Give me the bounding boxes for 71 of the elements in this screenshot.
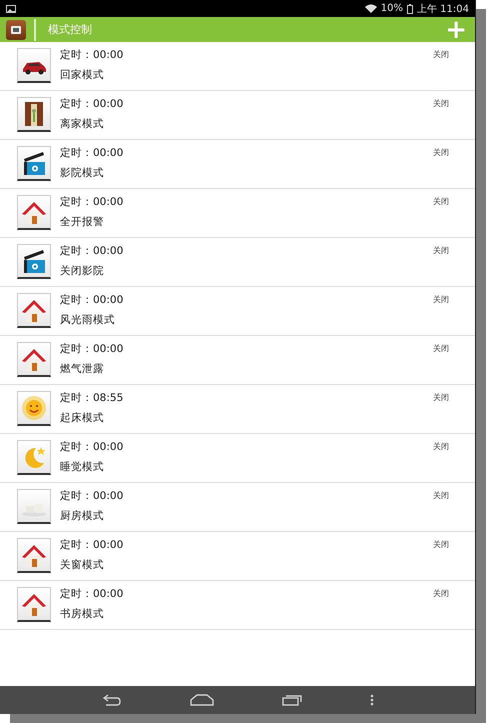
- mode-item[interactable]: 定时：08:55 起床模式 关闭: [0, 385, 475, 434]
- timer-text: 定时：00:00: [60, 293, 124, 307]
- mode-item[interactable]: 定时：00:00 离家模式 关闭: [0, 91, 475, 140]
- sun-icon: [22, 396, 46, 420]
- recent-apps-icon[interactable]: [282, 694, 302, 706]
- timer-text: 定时：00:00: [60, 342, 124, 356]
- house-icon: [22, 545, 46, 567]
- clapper-icon: [24, 250, 45, 273]
- mode-name: 厨房模式: [60, 509, 105, 523]
- more-icon[interactable]: [370, 694, 374, 706]
- timer-text: 定时：00:00: [60, 538, 124, 552]
- mode-name: 回家模式: [60, 68, 105, 82]
- mode-state: 关闭: [433, 147, 449, 158]
- mode-state: 关闭: [433, 196, 449, 207]
- mode-state: 关闭: [433, 98, 449, 109]
- mode-item[interactable]: 定时：00:00 风光雨模式 关闭: [0, 287, 475, 336]
- mode-name: 影院模式: [60, 166, 105, 180]
- mode-name: 燃气泄露: [60, 362, 105, 376]
- app-logo-icon: [6, 20, 26, 40]
- house-icon: [22, 300, 46, 322]
- mode-name: 睡觉模式: [60, 460, 105, 474]
- mode-item[interactable]: 定时：00:00 关闭影院 关闭: [0, 238, 475, 287]
- timer-text: 定时：00:00: [60, 440, 124, 454]
- mode-name: 关窗模式: [60, 558, 105, 572]
- clapper-icon: [24, 152, 45, 175]
- mode-state: 关闭: [433, 539, 449, 550]
- moon-icon: [25, 447, 45, 468]
- mode-item[interactable]: 定时：00:00 回家模式 关闭: [0, 42, 475, 91]
- cups-icon: [22, 504, 46, 516]
- mode-state: 关闭: [433, 49, 449, 60]
- battery-text: 10%: [380, 3, 403, 14]
- timer-text: 定时：00:00: [60, 195, 124, 209]
- app-title: 模式控制: [48, 22, 92, 37]
- mode-name: 风光雨模式: [60, 313, 116, 327]
- house-icon: [22, 349, 46, 371]
- mode-state: 关闭: [433, 441, 449, 452]
- clock-text: 上午 11:04: [417, 2, 469, 16]
- timer-text: 定时：00:00: [60, 489, 124, 503]
- mode-name: 离家模式: [60, 117, 105, 131]
- timer-text: 定时：00:00: [60, 587, 124, 601]
- mode-item[interactable]: 定时：00:00 影院模式 关闭: [0, 140, 475, 189]
- mode-item[interactable]: 定时：00:00 厨房模式 关闭: [0, 483, 475, 532]
- timer-text: 定时：00:00: [60, 97, 124, 111]
- mode-state: 关闭: [433, 294, 449, 305]
- mode-name: 起床模式: [60, 411, 105, 425]
- back-icon[interactable]: [102, 694, 122, 706]
- timer-text: 定时：00:00: [60, 48, 124, 62]
- mode-name: 书房模式: [60, 607, 105, 621]
- mode-name: 全开报警: [60, 215, 105, 229]
- home-icon[interactable]: [190, 694, 214, 706]
- mode-name: 关闭影院: [60, 264, 105, 278]
- mode-item[interactable]: 定时：00:00 书房模式 关闭: [0, 581, 475, 630]
- mode-item[interactable]: 定时：00:00 燃气泄露 关闭: [0, 336, 475, 385]
- timer-text: 定时：00:00: [60, 244, 124, 258]
- door-icon: [25, 102, 43, 126]
- mode-item[interactable]: 定时：00:00 全开报警 关闭: [0, 189, 475, 238]
- car-icon: [23, 62, 46, 74]
- mode-state: 关闭: [433, 245, 449, 256]
- battery-icon: [407, 4, 413, 14]
- timer-text: 定时：00:00: [60, 146, 124, 160]
- house-icon: [22, 594, 46, 616]
- mode-state: 关闭: [433, 588, 449, 599]
- mode-state: 关闭: [433, 392, 449, 403]
- wifi-icon: [364, 4, 377, 13]
- mode-state: 关闭: [433, 490, 449, 501]
- house-icon: [22, 202, 46, 224]
- image-icon: [6, 4, 16, 12]
- mode-item[interactable]: 定时：00:00 睡觉模式 关闭: [0, 434, 475, 483]
- mode-state: 关闭: [433, 343, 449, 354]
- timer-text: 定时：08:55: [60, 391, 124, 405]
- mode-item[interactable]: 定时：00:00 关窗模式 关闭: [0, 532, 475, 581]
